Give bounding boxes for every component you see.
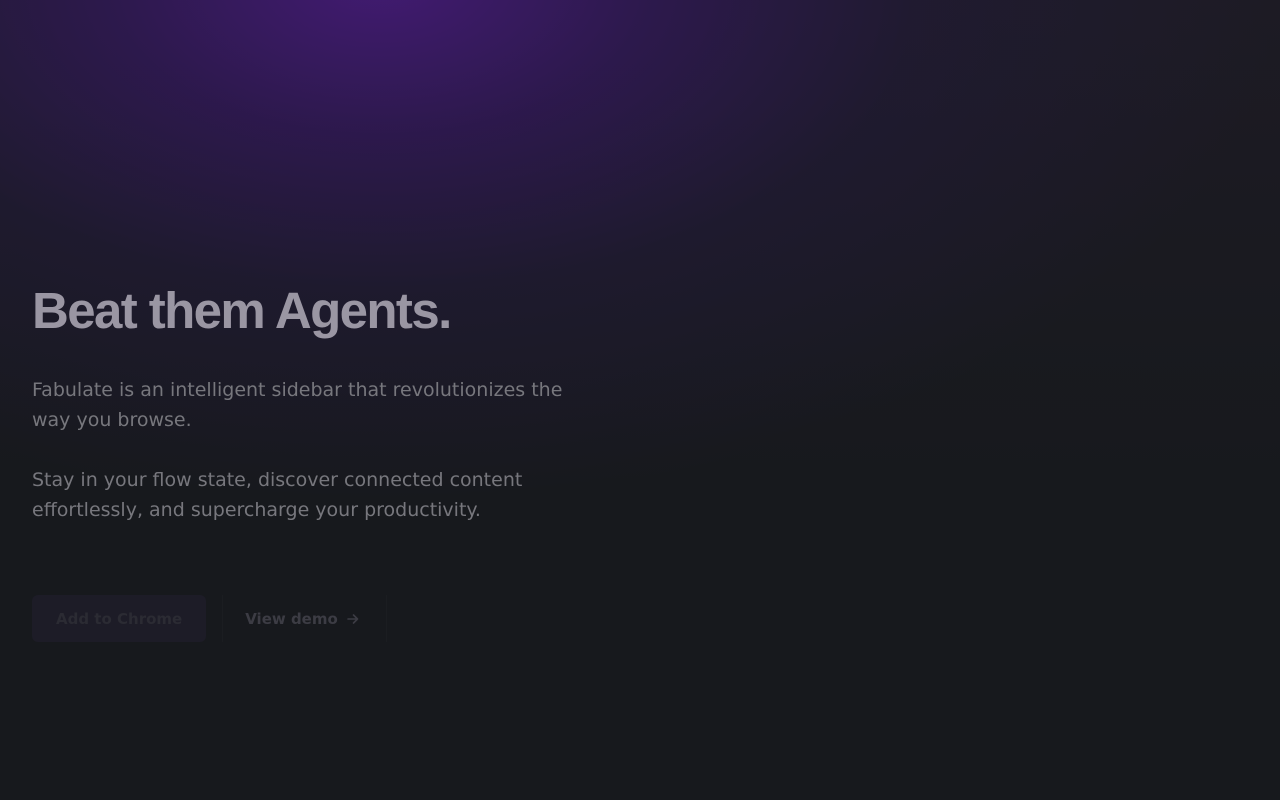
hero-description: Fabulate is an intelligent sidebar that … [32,379,563,431]
add-to-chrome-button[interactable]: Add to Chrome [32,595,207,642]
view-demo-label: View demo [245,609,338,628]
add-to-chrome-label: Add to Chrome [56,609,183,628]
hero-section: Beat them Agents. Fabulate is an intelli… [32,283,592,525]
view-demo-button[interactable]: View demo [222,595,387,642]
hero-subdescription: Stay in your flow state, discover connec… [32,469,523,521]
hero-title: Beat them Agents. [32,282,452,339]
hero-actions: Add to Chrome View demo [32,595,387,642]
arrow-right-icon [346,612,360,626]
